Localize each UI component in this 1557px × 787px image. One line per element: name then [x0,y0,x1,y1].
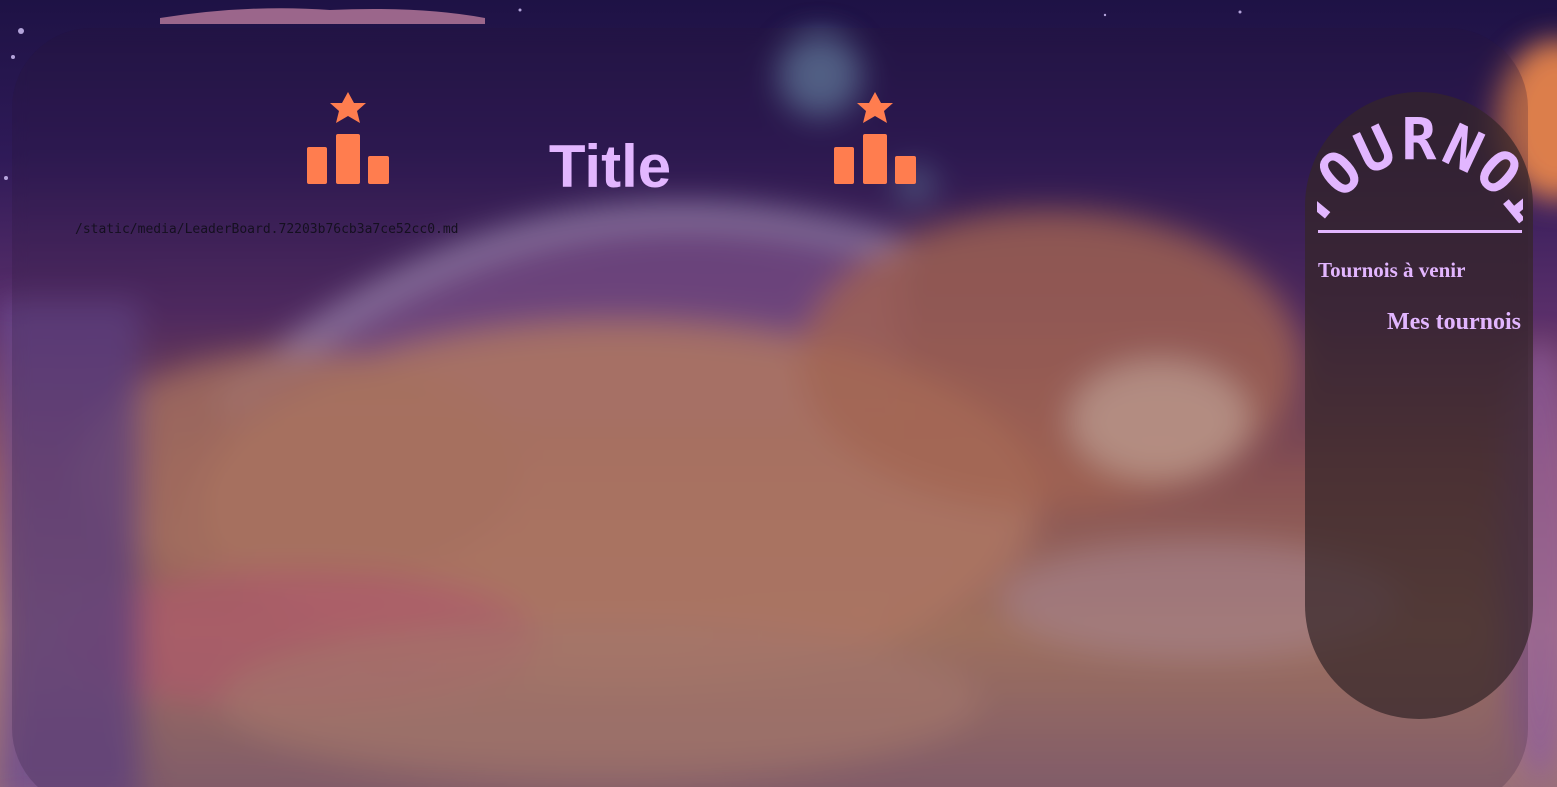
background-scene: Title /static/media/LeaderBoard.72203b76… [0,0,1557,787]
sidebar: TOURNOI Tournois à venir Mes tournois [1305,92,1533,719]
logo-divider [1318,230,1522,233]
leaderboard-content-path: /static/media/LeaderBoard.72203b76cb3a7c… [75,222,459,237]
nav-link-upcoming-tournaments[interactable]: Tournois à venir [1318,258,1465,283]
main-panel [12,28,1528,787]
nav-link-my-tournaments[interactable]: Mes tournois [1387,309,1521,336]
tournoi-logo: TOURNOI [1317,112,1523,224]
svg-text:TOURNOI: TOURNOI [1317,112,1523,224]
logo-text: TOURNOI [1317,112,1523,224]
podium-star-icon [307,92,389,184]
page-title: Title [548,133,672,200]
podium-star-icon [834,92,916,184]
